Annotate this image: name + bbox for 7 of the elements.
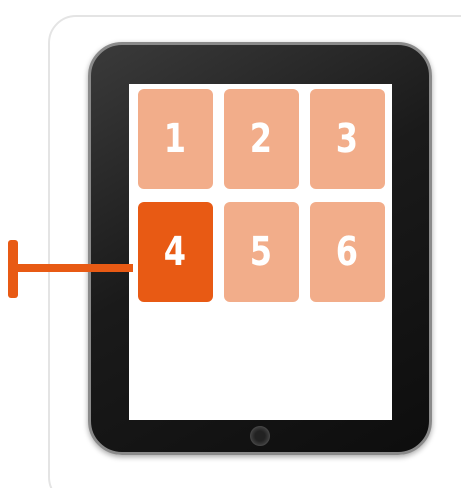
number-tile[interactable]: 6	[310, 202, 384, 302]
number-tile[interactable]: 4	[138, 202, 212, 302]
home-button[interactable]	[250, 426, 270, 446]
number-tile[interactable]: 1	[138, 89, 212, 189]
number-tile[interactable]: 2	[224, 89, 298, 189]
number-tile[interactable]: 5	[224, 202, 298, 302]
number-tile[interactable]: 3	[310, 89, 384, 189]
